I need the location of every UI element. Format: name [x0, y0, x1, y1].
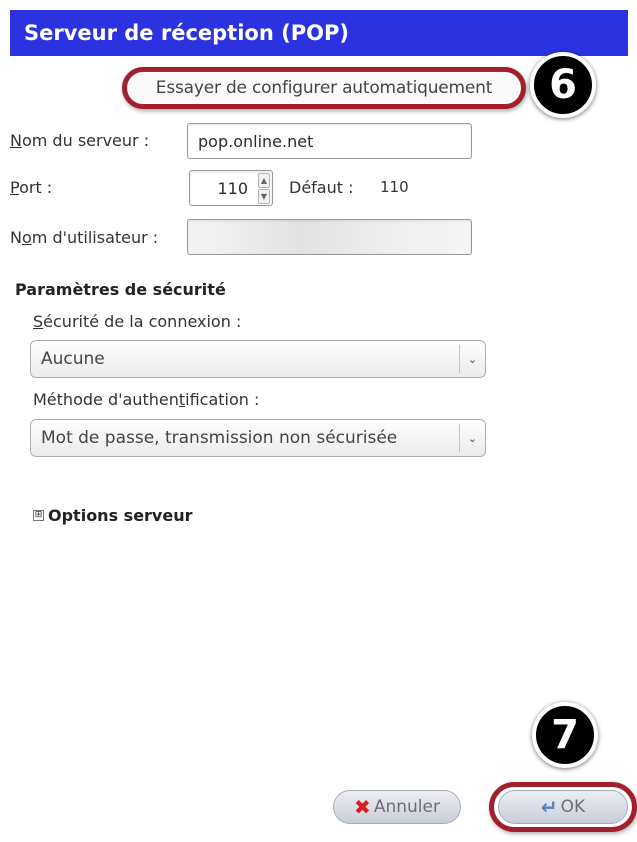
- port-value: 110: [217, 179, 248, 198]
- username-input[interactable]: [187, 219, 472, 255]
- spin-down-icon: ▼: [260, 192, 268, 201]
- default-port-value: 110: [380, 178, 409, 196]
- chevron-down-icon: ⌄: [459, 345, 485, 373]
- chevron-down-icon: ⌄: [459, 424, 485, 452]
- auth-method-value: Mot de passe, transmission non sécurisée: [41, 428, 398, 448]
- username-label-start: N: [10, 228, 22, 247]
- step-6-marker: 6: [530, 52, 596, 118]
- ok-arrow-icon: ↵: [540, 795, 558, 819]
- server-name-value: pop.online.net: [198, 131, 314, 151]
- server-name-label: Nom du serveur :: [10, 131, 149, 150]
- port-label-accesskey: P: [10, 178, 20, 197]
- ok-button[interactable]: ↵ OK: [498, 790, 628, 824]
- port-increment-button[interactable]: ▲: [258, 173, 270, 188]
- cancel-button[interactable]: ✖ Annuler: [333, 790, 461, 824]
- ok-button-label: OK: [560, 797, 586, 817]
- auth-method-label: Méthode d'authentification :: [33, 390, 259, 409]
- username-label-accesskey: o: [21, 228, 32, 247]
- server-name-label-accesskey: N: [10, 131, 22, 150]
- connection-security-label-text: écurité de la connexion :: [43, 312, 242, 331]
- expand-plus-icon: ⊞: [33, 510, 44, 521]
- username-label-end: m d'utilisateur :: [31, 228, 159, 247]
- auth-method-label-start: Méthode d'authen: [33, 390, 179, 409]
- cancel-x-icon: ✖: [354, 795, 371, 819]
- port-decrement-button[interactable]: ▼: [258, 189, 270, 204]
- step-7-number: 7: [551, 712, 579, 758]
- port-label-text: ort :: [19, 178, 53, 197]
- port-label: Port :: [10, 178, 52, 197]
- auth-method-label-end: ification :: [185, 390, 260, 409]
- server-name-input[interactable]: pop.online.net: [187, 123, 472, 159]
- step-7-marker: 7: [532, 702, 598, 768]
- auto-configure-label: Essayer de configurer automatiquement: [155, 78, 493, 98]
- dialog-title: Serveur de réception (POP): [10, 10, 628, 56]
- server-options-label: Options serveur: [48, 506, 193, 525]
- username-label: Nom d'utilisateur :: [10, 228, 158, 247]
- connection-security-select[interactable]: Aucune ⌄: [30, 340, 486, 378]
- port-stepper[interactable]: 110 ▲ ▼: [189, 170, 273, 206]
- security-section-title: Paramètres de sécurité: [15, 280, 226, 299]
- server-options-toggle[interactable]: ⊞ Options serveur: [33, 506, 193, 525]
- server-name-label-text: om du serveur :: [21, 131, 150, 150]
- connection-security-accesskey: S: [33, 312, 44, 331]
- connection-security-label: Sécurité de la connexion :: [33, 312, 241, 331]
- spin-up-icon: ▲: [260, 176, 268, 185]
- connection-security-value: Aucune: [41, 349, 105, 369]
- auth-method-select[interactable]: Mot de passe, transmission non sécurisée…: [30, 419, 486, 457]
- cancel-button-label: Annuler: [373, 797, 440, 817]
- default-port-label: Défaut :: [289, 178, 354, 197]
- step-6-number: 6: [549, 62, 577, 108]
- auto-configure-button[interactable]: Essayer de configurer automatiquement: [122, 67, 526, 109]
